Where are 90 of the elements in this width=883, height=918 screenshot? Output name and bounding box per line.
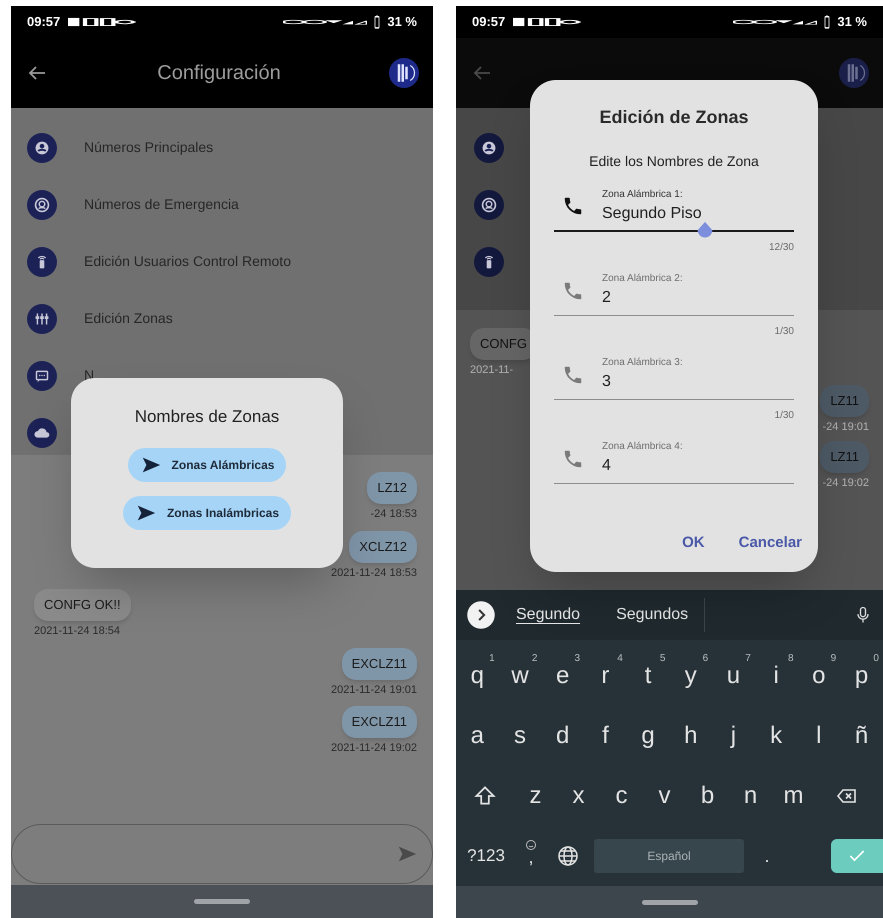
suggestion-chip[interactable]: Segundos [600,598,706,632]
status-time: 09:57 [472,13,506,32]
keyboard-key[interactable]: g [626,709,670,763]
battery-level: 31 % [837,13,867,32]
app-logo-icon[interactable] [389,58,419,88]
text-input[interactable]: 3 [602,370,772,394]
message-time: 2021-11- [470,363,514,378]
remote-control-icon [474,246,504,276]
field-label: Zona Alámbrica 1: [602,188,684,202]
sliders-icon [27,304,57,334]
keyboard-key[interactable]: 5 t [626,649,670,703]
keyboard-key[interactable]: m [772,769,815,823]
keyboard-key[interactable]: x [557,769,600,823]
dialog-subtitle: Edite los Nombres de Zona [589,152,759,171]
keyboard-key[interactable]: . [748,833,786,879]
space-bar[interactable]: Español [594,839,744,873]
character-counter: 1/30 [774,409,794,423]
battery-level: 31 % [387,13,417,32]
field-label: Zona Alámbrica 3: [602,356,684,370]
status-time: 09:57 [27,13,60,32]
person-icon [474,132,504,162]
home-indicator[interactable] [642,900,698,905]
person-icon [27,132,57,162]
message-bubble: LZ11 [820,441,869,473]
message-time: 2021-11-24 19:01 [330,682,417,698]
zone-type-button[interactable]: Zonas Inalámbricas [122,496,292,530]
text-field[interactable]: Zona Alámbrica 2: 2 [554,266,794,316]
keyboard-key[interactable]: a [456,709,499,763]
phone-icon [562,195,584,217]
message-time: -24 19:02 [822,476,869,491]
keyboard-key[interactable]: v [643,769,686,823]
dialog-title: Edición de Zonas [599,106,749,129]
text-input[interactable]: Segundo Piso [602,202,772,226]
message-bubble: XCLZ12 [349,530,417,562]
message-time: -24 18:53 [370,507,417,522]
keyboard-key[interactable]: 8 i [754,649,798,703]
character-counter: 12/30 [768,241,794,255]
emoji-icon [525,839,537,851]
keyboard-key[interactable]: 4 r [584,649,627,703]
text-field[interactable]: Zona Alámbrica 3: 3 [554,350,794,400]
keyboard-key[interactable]: 0 p [840,649,883,703]
keyboard-key[interactable]: b [686,769,729,823]
field-label: Zona Alámbrica 4: [602,440,684,454]
text-field[interactable]: Zona Alámbrica 4: 4 [554,434,794,484]
keyboard-key[interactable]: 1 q [456,649,499,703]
app-title: Configuración [156,61,282,86]
message-bubble: LZ12 [367,472,417,504]
keyboard-key[interactable]: h [669,709,712,763]
text-input[interactable]: 4 [602,454,772,478]
keyboard-key[interactable]: ñ [840,709,883,763]
message-time: 2021-11-24 19:02 [330,741,417,756]
keyboard-key[interactable]: k [754,709,798,763]
keyboard-key[interactable]: c [600,769,643,823]
zone-type-button[interactable]: Zonas Alámbricas [128,448,286,482]
keyboard-key[interactable]: 2 w [498,649,542,703]
keyboard-key[interactable]: ?123 [456,833,516,879]
message-bubble: EXCLZ11 [342,648,417,680]
dialog-title: Nombres de Zonas [134,406,280,428]
message-bubble: LZ11 [820,384,869,416]
message-field[interactable] [11,824,433,884]
notification-icons-drawing [68,15,136,29]
text-input[interactable]: 2 [602,286,772,310]
message-bubble: CONFG OK!! [34,589,131,621]
keyboard-key[interactable]: , [516,833,546,879]
keyboard-key[interactable]: s [498,709,542,763]
keyboard-key[interactable]: d [541,709,584,763]
message-time: 2021-11-24 18:53 [330,566,417,580]
message-bubble: EXCLZ11 [342,706,417,738]
keyboard-key[interactable]: j [712,709,755,763]
keyboard-key[interactable]: 9 o [798,649,840,703]
keyboard-key[interactable]: l [798,709,840,763]
dialog-button[interactable]: OK [676,528,711,558]
message-time: -24 19:01 [822,420,869,434]
battery-icon [823,15,832,29]
notification-icons-drawing [513,15,582,29]
cloud-icon [27,418,57,448]
suggestion-chip[interactable]: Segundo [500,598,596,632]
chat-bubble-icon [27,360,57,390]
dialog-button[interactable]: Cancelar [732,528,808,558]
keyboard-key[interactable]: n [729,769,772,823]
message-time: 2021-11-24 18:54 [34,624,120,639]
keyboard-key[interactable]: 3 e [541,649,584,703]
keyboard-key[interactable]: 6 y [669,649,712,703]
keyboard-key[interactable]: f [584,709,627,763]
character-counter: 1/30 [774,325,794,339]
field-label: Zona Alámbrica 2: [602,272,684,286]
keyboard-key[interactable]: z [514,769,557,823]
battery-icon [373,15,382,29]
remote-control-icon [27,246,57,276]
keyboard-key[interactable]: 7 u [712,649,755,703]
